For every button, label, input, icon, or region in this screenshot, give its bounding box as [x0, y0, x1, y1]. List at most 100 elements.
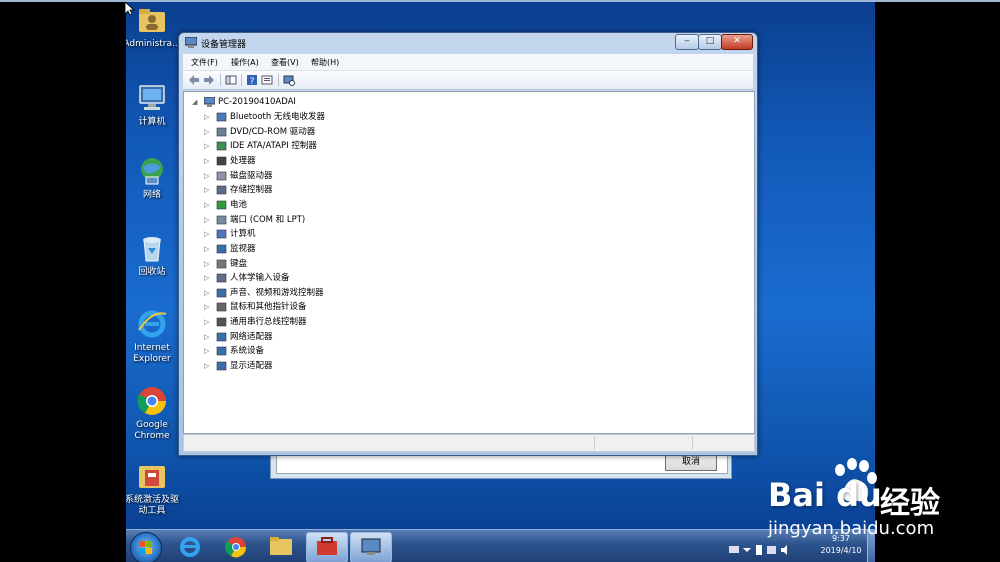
cancel-button[interactable]: 取消 — [665, 454, 717, 471]
tree-item-label: IDE ATA/ATAPI 控制器 — [230, 141, 317, 152]
start-button[interactable] — [130, 532, 162, 562]
menu-file[interactable]: 文件(F) — [191, 57, 218, 68]
tree-item-label: 计算机 — [230, 229, 256, 240]
keyboard-icon — [729, 546, 739, 553]
tree-item[interactable]: ▷ 端口 (COM 和 LPT) — [204, 213, 424, 227]
tree-item[interactable]: ▷ 存储控制器 — [204, 183, 424, 197]
close-button[interactable]: ✕ — [721, 34, 753, 50]
desktop-icon-recycle-bin[interactable]: 回收站 — [126, 232, 182, 278]
forward-arrow-icon[interactable] — [203, 74, 215, 86]
maximize-button[interactable]: □ — [698, 34, 722, 50]
desktop-icon-label: 计算机 — [138, 117, 166, 127]
system-device-icon — [216, 347, 227, 356]
menu-help[interactable]: 帮助(H) — [311, 57, 339, 68]
toolbar-separator — [220, 74, 221, 86]
expand-arrow-icon[interactable]: ▷ — [204, 213, 212, 227]
expand-arrow-icon[interactable]: ▷ — [204, 227, 212, 241]
monitor-icon — [216, 244, 227, 254]
tree-root[interactable]: ◢ PC-20190410ADAI — [192, 95, 392, 109]
expand-arrow-icon[interactable]: ▷ — [204, 183, 212, 197]
desktop-icon-network[interactable]: 网络 — [126, 155, 182, 201]
menu-bar: 文件(F) 操作(A) 查看(V) 帮助(H) — [183, 54, 753, 71]
ide-controller-icon — [216, 141, 227, 151]
show-hide-console-tree-icon[interactable] — [225, 74, 237, 86]
expand-arrow-icon[interactable]: ▷ — [204, 271, 212, 285]
baidu-jingyan-watermark: Bai du 经验 jingyan.baidu.com — [768, 458, 1000, 562]
mouse-icon — [216, 303, 227, 312]
desktop-icon-computer[interactable]: 计算机 — [126, 82, 182, 128]
desktop-icon-internet-explorer[interactable]: Internet Explorer — [126, 308, 182, 365]
menu-view[interactable]: 查看(V) — [271, 57, 299, 68]
expand-arrow-icon[interactable]: ▷ — [204, 359, 212, 373]
back-arrow-icon[interactable] — [188, 74, 200, 86]
tree-item[interactable]: ▷ 磁盘驱动器 — [204, 169, 424, 183]
close-icon: ✕ — [733, 36, 741, 46]
scan-hardware-icon[interactable] — [283, 74, 295, 86]
device-tree: ◢ PC-20190410ADAI ▷ Bluetooth 无线电收发器 ▷ DVD/… — [183, 91, 755, 434]
tree-item[interactable]: ▷ 人体学输入设备 — [204, 271, 424, 285]
tree-item[interactable]: ▷ 鼠标和其他指针设备 — [204, 300, 424, 314]
tree-item[interactable]: ▷ 电池 — [204, 198, 424, 212]
taskbar-toolbox-app[interactable] — [306, 532, 348, 562]
help-icon[interactable]: ? — [246, 74, 258, 86]
collapse-arrow-icon[interactable]: ◢ — [192, 95, 200, 109]
tree-item[interactable]: ▷ 计算机 — [204, 227, 424, 241]
minimize-icon: ‒ — [684, 36, 690, 46]
tree-item-label: 通用串行总线控制器 — [230, 317, 307, 328]
tree-item[interactable]: ▷ 通用串行总线控制器 — [204, 315, 424, 329]
taskbar-internet-explorer[interactable] — [170, 532, 210, 561]
expand-arrow-icon[interactable]: ▷ — [204, 330, 212, 344]
expand-arrow-icon[interactable]: ▷ — [204, 169, 212, 183]
tree-item-label: 处理器 — [230, 155, 256, 166]
desktop-icon-chrome[interactable]: Google Chrome — [126, 385, 182, 442]
desktop-icon-label: 网络 — [142, 190, 161, 200]
tree-item[interactable]: ▷ 声音、视频和游戏控制器 — [204, 286, 424, 300]
tree-item[interactable]: ▷ 监视器 — [204, 242, 424, 256]
expand-arrow-icon[interactable]: ▷ — [204, 139, 212, 153]
window-title: 设备管理器 — [201, 40, 247, 50]
tree-item[interactable]: ▷ IDE ATA/ATAPI 控制器 — [204, 139, 424, 153]
chrome-icon — [137, 387, 166, 415]
taskbar-chrome[interactable] — [216, 532, 256, 561]
tree-item[interactable]: ▷ DVD/CD-ROM 驱动器 — [204, 125, 424, 139]
device-manager-icon — [185, 37, 197, 48]
expand-arrow-icon[interactable]: ▷ — [204, 154, 212, 168]
tree-item[interactable]: ▷ Bluetooth 无线电收发器 — [204, 110, 424, 124]
storage-controller-icon — [216, 185, 227, 195]
expand-arrow-icon[interactable]: ▷ — [204, 242, 212, 256]
expand-arrow-icon[interactable]: ▷ — [204, 300, 212, 314]
network-adapter-icon — [216, 332, 227, 342]
minimize-button[interactable]: ‒ — [675, 34, 699, 50]
taskbar-file-explorer[interactable] — [261, 532, 301, 561]
expand-arrow-icon[interactable]: ▷ — [204, 344, 212, 358]
folder-icon — [270, 537, 292, 555]
desktop-icon-activation-tools[interactable]: 系统激活及驱动工具 — [126, 460, 182, 517]
expand-arrow-icon[interactable]: ▷ — [204, 198, 212, 212]
chevron-up-icon — [743, 548, 751, 552]
expand-arrow-icon[interactable]: ▷ — [204, 286, 212, 300]
folder-tools-icon — [139, 466, 165, 488]
dvd-drive-icon — [216, 127, 227, 136]
watermark-product: 经验 — [880, 486, 940, 521]
tree-item[interactable]: ▷ 显示适配器 — [204, 359, 424, 373]
tree-item[interactable]: ▷ 网络适配器 — [204, 330, 424, 344]
computer-icon — [216, 229, 227, 239]
expand-arrow-icon[interactable]: ▷ — [204, 315, 212, 329]
tree-item[interactable]: ▷ 处理器 — [204, 154, 424, 168]
taskbar-device-manager[interactable] — [350, 532, 392, 562]
tree-item[interactable]: ▷ 系统设备 — [204, 344, 424, 358]
expand-arrow-icon[interactable]: ▷ — [204, 257, 212, 271]
desktop-icon-label: Internet Explorer — [133, 343, 171, 364]
tree-item[interactable]: ▷ 键盘 — [204, 257, 424, 271]
expand-arrow-icon[interactable]: ▷ — [204, 110, 212, 124]
title-bar[interactable]: 设备管理器 ‒ □ ✕ — [179, 33, 757, 53]
sound-icon — [216, 288, 227, 298]
folder-user-icon — [139, 9, 165, 32]
expand-arrow-icon[interactable]: ▷ — [204, 125, 212, 139]
flag-icon — [756, 545, 762, 555]
tree-item-label: 声音、视频和游戏控制器 — [230, 287, 324, 298]
bluetooth-icon — [216, 112, 227, 122]
properties-icon[interactable] — [261, 74, 273, 86]
menu-action[interactable]: 操作(A) — [231, 57, 259, 68]
computer-icon — [139, 85, 165, 110]
